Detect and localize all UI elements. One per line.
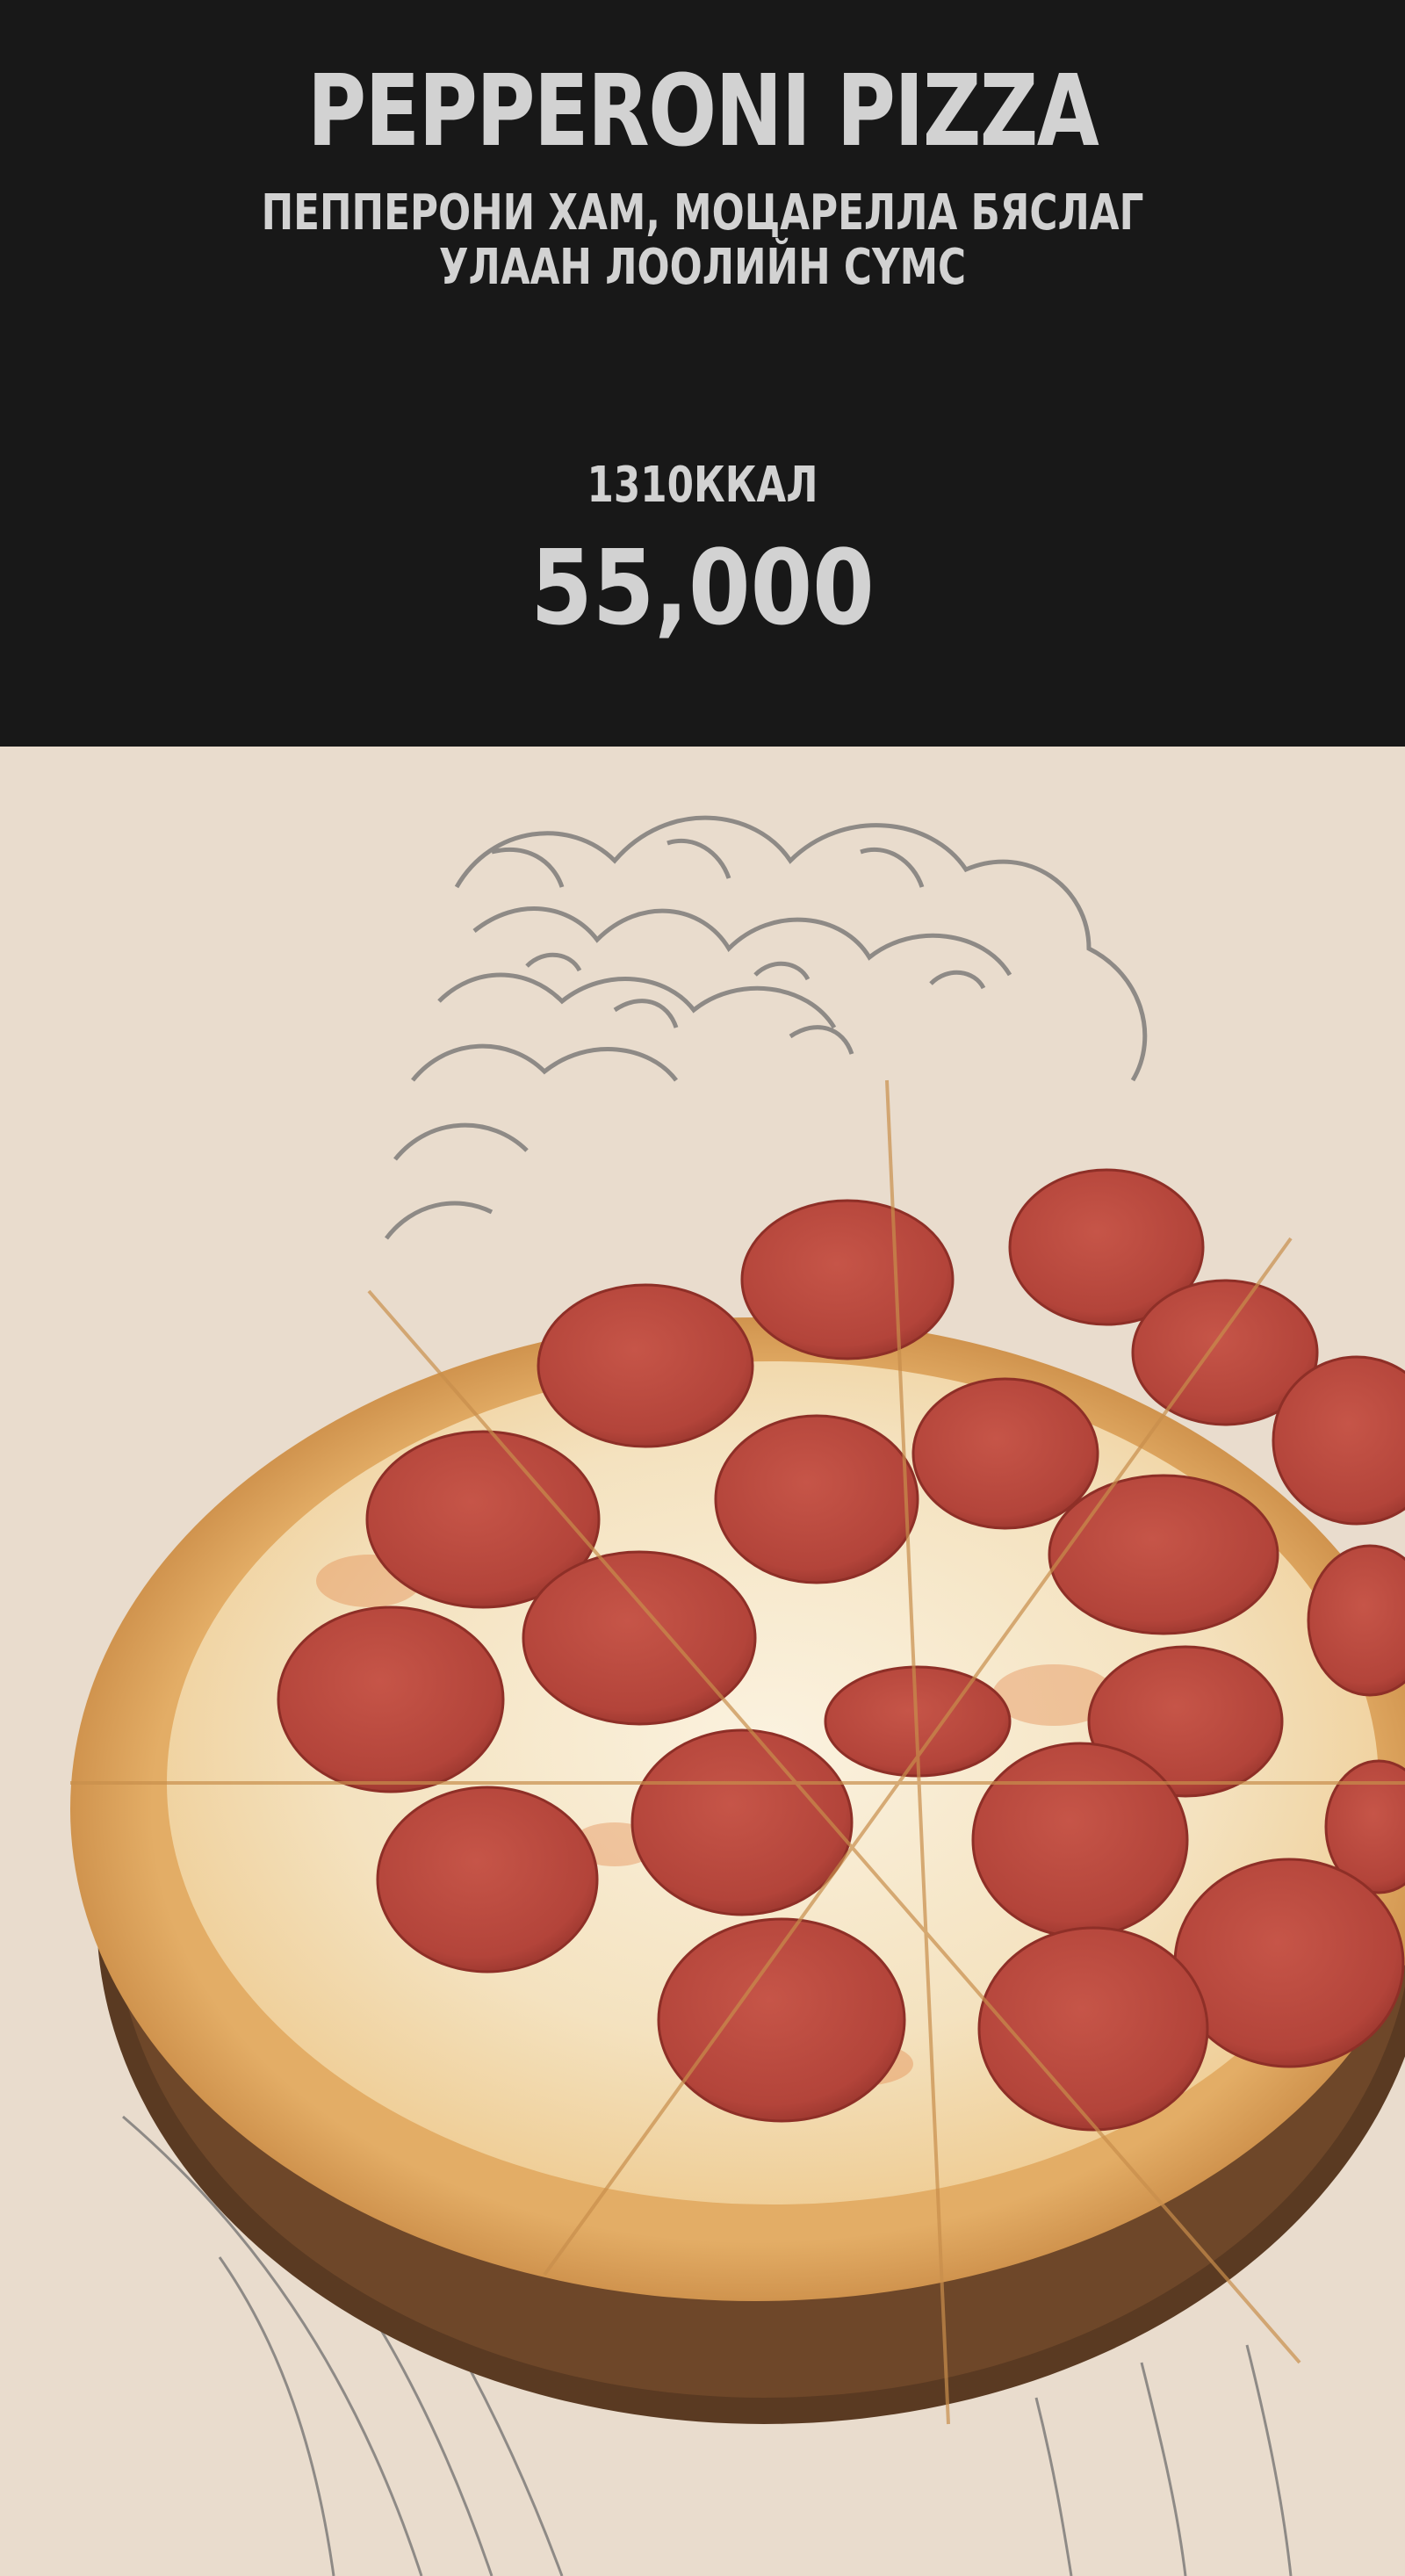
description-line-2: УЛААН ЛООЛИЙН СҮМС bbox=[438, 239, 967, 296]
product-title: PEPPERONI PIZZA bbox=[306, 54, 1099, 169]
price-label: 55,000 bbox=[530, 527, 875, 648]
hair-sketch-icon bbox=[385, 815, 1148, 1240]
product-header: PEPPERONI PIZZA ПЕППЕРОНИ ХАМ, МОЦАРЕЛЛА… bbox=[0, 0, 1405, 747]
calorie-label: 1310ККАЛ bbox=[587, 457, 818, 514]
product-image bbox=[0, 747, 1405, 2576]
description-line-1: ПЕППЕРОНИ ХАМ, МОЦАРЕЛЛА БЯСЛАГ bbox=[261, 184, 1144, 242]
product-description: ПЕППЕРОНИ ХАМ, МОЦАРЕЛЛА БЯСЛАГ УЛААН ЛО… bbox=[155, 186, 1250, 295]
pizza-photo bbox=[70, 815, 1405, 2576]
